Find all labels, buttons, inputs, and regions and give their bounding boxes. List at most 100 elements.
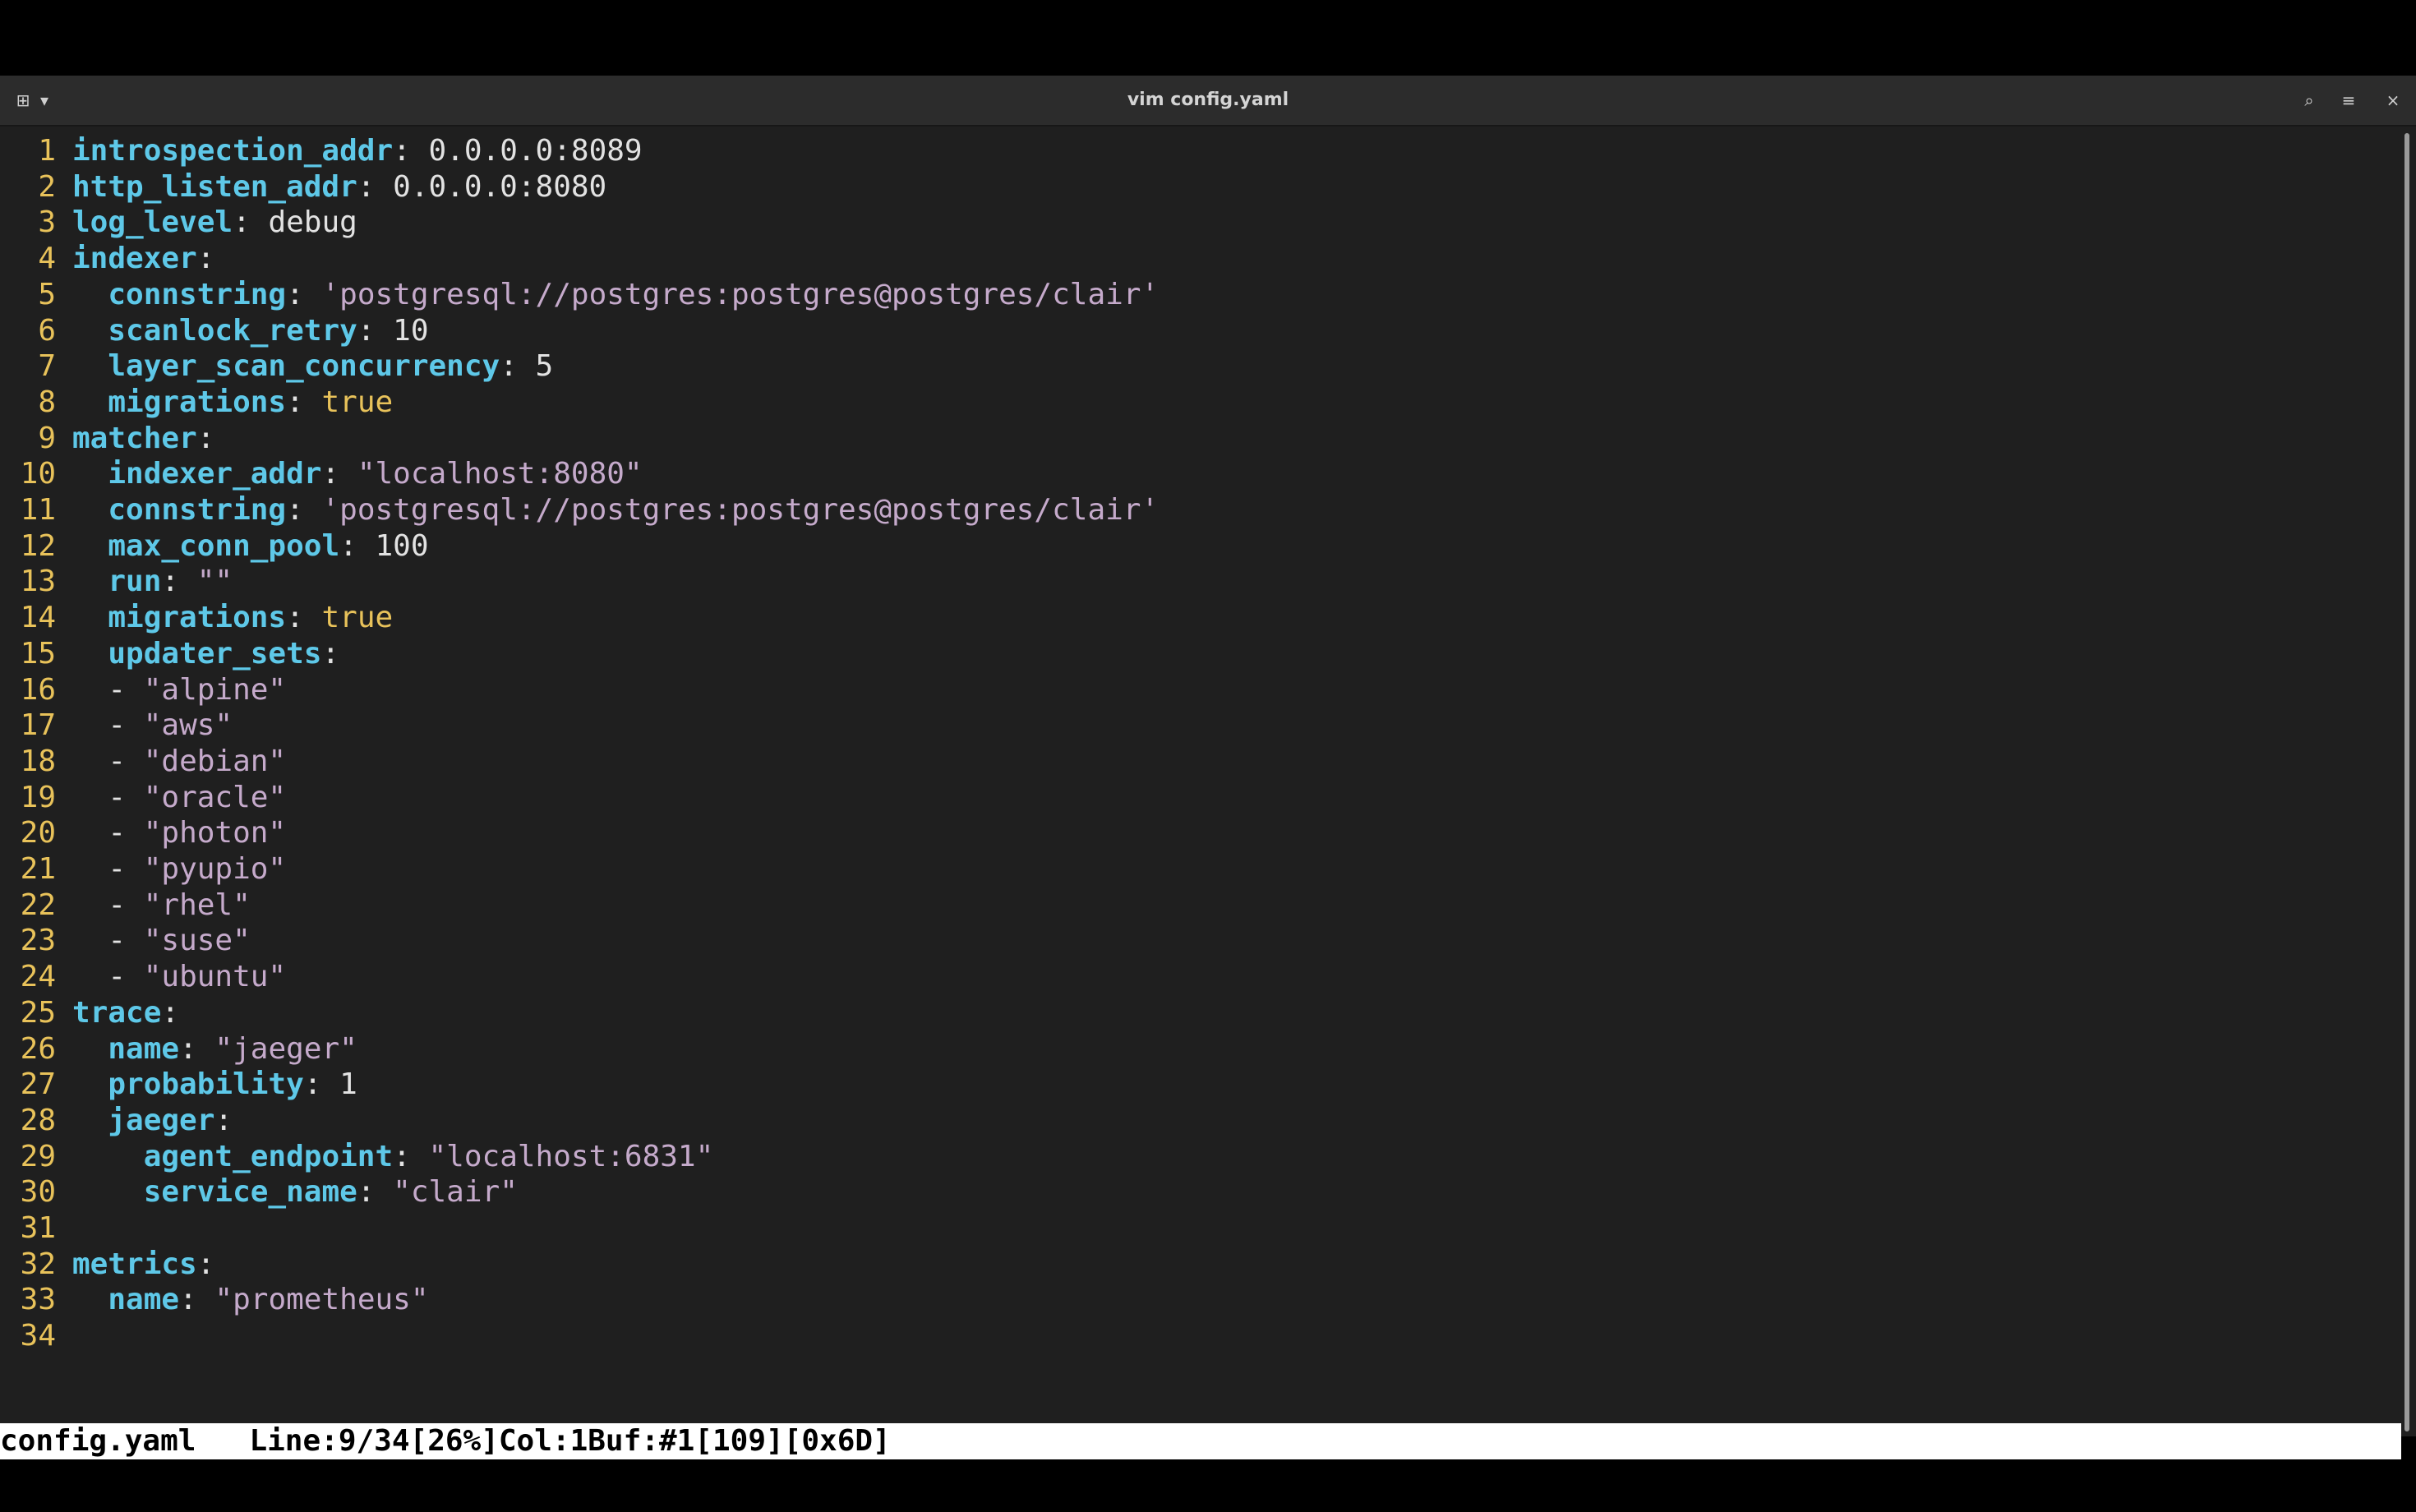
scrollbar[interactable]	[2404, 133, 2409, 1431]
status-position: Line:9/34[26%]Col:1Buf:#1[109][0x6D]	[249, 1424, 891, 1458]
code-text: log_level: debug	[72, 205, 357, 241]
yaml-key: introspection_addr	[72, 134, 394, 168]
yaml-separator: :	[321, 636, 340, 671]
yaml-value: "debian"	[143, 744, 287, 778]
code-line[interactable]: 4 indexer:	[0, 241, 214, 277]
code-text: connstring: 'postgresql://postgres:postg…	[72, 492, 1159, 528]
code-text: max_conn_pool: 100	[72, 528, 429, 565]
code-line[interactable]: 12 max_conn_pool: 100	[0, 528, 429, 565]
code-line[interactable]: 5 connstring: 'postgresql://postgres:pos…	[0, 277, 1159, 313]
yaml-separator: :	[161, 565, 197, 599]
yaml-value: "alpine"	[143, 672, 287, 707]
code-line[interactable]: 1 introspection_addr: 0.0.0.0:8089	[0, 133, 643, 169]
search-icon[interactable]: ⌕	[2296, 87, 2322, 113]
code-line[interactable]: 29 agent_endpoint: "localhost:6831"	[0, 1139, 714, 1175]
line-number: 10	[20, 457, 56, 491]
yaml-value: 5	[535, 349, 554, 384]
code-line[interactable]: 22 - "rhel"	[0, 887, 251, 924]
code-line[interactable]: 13 run: ""	[0, 564, 233, 600]
line-number: 9	[38, 421, 56, 455]
code-text: name: "prometheus"	[72, 1282, 429, 1318]
line-number: 11	[20, 493, 56, 527]
code-line[interactable]: 10 indexer_addr: "localhost:8080"	[0, 456, 643, 492]
code-line[interactable]: 15 updater_sets:	[0, 636, 340, 672]
yaml-key: migrations	[108, 385, 287, 419]
vim-editor[interactable]: 1 introspection_addr: 0.0.0.0:8089 2 http_l…	[0, 127, 2400, 1425]
yaml-value: "rhel"	[143, 887, 251, 922]
code-line[interactable]: 7 layer_scan_concurrency: 5	[0, 348, 553, 385]
code-text: service_name: "clair"	[72, 1174, 518, 1210]
close-icon[interactable]: ×	[2380, 87, 2406, 113]
title-bar: ⊞ ▾ vim config.yaml ⌕ ≡ ×	[0, 76, 2416, 127]
yaml-separator: -	[108, 887, 144, 922]
code-line[interactable]: 27 probability: 1	[0, 1067, 357, 1103]
yaml-value: 1	[339, 1067, 357, 1102]
line-number: 18	[20, 744, 56, 778]
code-line[interactable]: 6 scanlock_retry: 10	[0, 313, 428, 349]
code-line[interactable]: 33 name: "prometheus"	[0, 1282, 429, 1318]
code-line[interactable]: 25 trace:	[0, 995, 179, 1031]
code-line[interactable]: 11 connstring: 'postgresql://postgres:po…	[0, 492, 1160, 528]
yaml-separator: :	[357, 313, 394, 348]
code-line[interactable]: 34	[0, 1318, 72, 1354]
code-text: metrics:	[72, 1247, 214, 1283]
yaml-key: connstring	[108, 493, 287, 527]
yaml-separator: :	[196, 421, 215, 455]
code-text: - "photon"	[72, 815, 286, 851]
yaml-separator: -	[108, 960, 144, 994]
yaml-key: migrations	[108, 601, 287, 635]
yaml-key: service_name	[143, 1175, 357, 1210]
yaml-value: 100	[375, 528, 429, 563]
code-line[interactable]: 16 - "alpine"	[0, 672, 286, 708]
yaml-separator: :	[500, 349, 536, 384]
code-line[interactable]: 31	[0, 1210, 72, 1247]
code-line[interactable]: 9 matcher:	[0, 421, 214, 457]
code-text: introspection_addr: 0.0.0.0:8089	[72, 133, 643, 169]
code-line[interactable]: 18 - "debian"	[0, 744, 286, 780]
code-line[interactable]: 17 - "aws"	[0, 708, 233, 744]
code-line[interactable]: 32 metrics:	[0, 1247, 215, 1283]
line-number: 34	[20, 1319, 56, 1353]
code-text: - "oracle"	[72, 780, 286, 816]
code-line[interactable]: 26 name: "jaeger"	[0, 1031, 357, 1067]
code-line[interactable]: 8 migrations: true	[0, 385, 393, 421]
code-line[interactable]: 28 jaeger:	[0, 1103, 233, 1139]
menu-icon[interactable]: ≡	[2335, 87, 2362, 113]
line-number: 28	[20, 1103, 56, 1137]
yaml-separator: -	[108, 816, 144, 850]
yaml-value: "clair"	[393, 1175, 518, 1210]
code-line[interactable]: 14 migrations: true	[0, 600, 394, 636]
line-number: 4	[38, 242, 56, 276]
yaml-value: "ubuntu"	[143, 960, 287, 994]
yaml-value: debug	[268, 205, 357, 240]
code-line[interactable]: 19 - "oracle"	[0, 780, 286, 816]
line-number: 29	[20, 1139, 56, 1173]
code-line[interactable]: 2 http_listen_addr: 0.0.0.0:8080	[0, 169, 606, 205]
code-line[interactable]: 3 log_level: debug	[0, 205, 357, 241]
code-text: indexer:	[72, 241, 214, 277]
yaml-key: name	[108, 1283, 180, 1317]
yaml-separator: :	[357, 169, 394, 204]
yaml-value: "prometheus"	[214, 1283, 429, 1317]
line-number: 5	[38, 277, 56, 311]
yaml-key: indexer	[72, 242, 197, 276]
code-line[interactable]: 20 - "photon"	[0, 815, 286, 851]
code-line[interactable]: 23 - "suse"	[0, 923, 251, 959]
code-line[interactable]: 21 - "pyupio"	[0, 851, 286, 887]
code-line[interactable]: 24 - "ubuntu"	[0, 959, 286, 995]
code-line[interactable]: 30 service_name: "clair"	[0, 1174, 518, 1210]
yaml-value: "pyupio"	[143, 852, 287, 886]
line-number: 12	[20, 528, 56, 563]
